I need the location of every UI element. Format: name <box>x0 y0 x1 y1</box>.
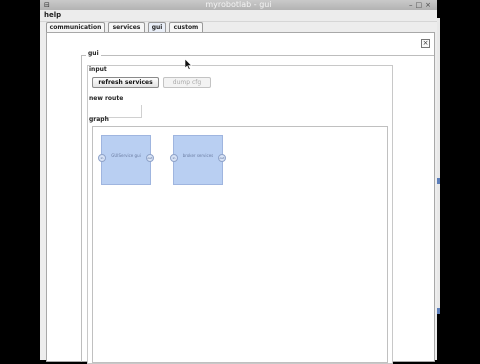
dump-cfg-button[interactable]: dump cfg <box>163 77 211 88</box>
tab-custom[interactable]: custom <box>169 22 203 32</box>
window-controls[interactable]: –□× <box>409 0 434 10</box>
graph-label: graph <box>89 116 109 123</box>
menu-help[interactable]: help <box>44 10 61 21</box>
refresh-services-button[interactable]: refresh services <box>92 77 159 88</box>
output-port-icon[interactable]: out <box>146 154 154 162</box>
gui-content: input refresh services dump cfg new rout… <box>87 65 393 364</box>
output-port-icon[interactable]: out <box>218 154 226 162</box>
node-label: broker services <box>182 153 214 158</box>
close-icon[interactable]: × <box>421 39 430 48</box>
service-node-gui[interactable]: GUIService gui in out <box>98 135 154 185</box>
menu-bar: help <box>40 10 437 22</box>
window-title: myrobotlab - gui <box>205 0 272 9</box>
background-window-panel <box>437 18 440 308</box>
gui-tab-panel: × gui input refresh services dump cfg ne… <box>46 32 435 364</box>
input-label: input <box>89 66 107 73</box>
new-route-label: new route <box>89 95 124 102</box>
node-label: GUIService gui <box>111 153 141 158</box>
background-scroll-marker <box>437 178 440 184</box>
background-window-edge <box>437 0 480 360</box>
input-port-icon[interactable]: in <box>170 154 178 162</box>
gui-frame: gui input refresh services dump cfg new … <box>81 50 434 364</box>
input-port-icon[interactable]: in <box>98 154 106 162</box>
graph-canvas[interactable]: GUIService gui in out broker services in… <box>92 126 388 363</box>
tab-communication[interactable]: communication <box>46 22 105 32</box>
tab-services[interactable]: services <box>108 22 145 32</box>
background-scroll-marker <box>437 308 440 314</box>
gui-section-label: gui <box>86 50 101 57</box>
mouse-pointer-icon <box>185 59 193 70</box>
app-window: ⊟ myrobotlab - gui –□× help communicatio… <box>40 0 437 364</box>
service-node-broker[interactable]: broker services in out <box>170 135 226 185</box>
tab-gui[interactable]: gui <box>148 22 166 32</box>
